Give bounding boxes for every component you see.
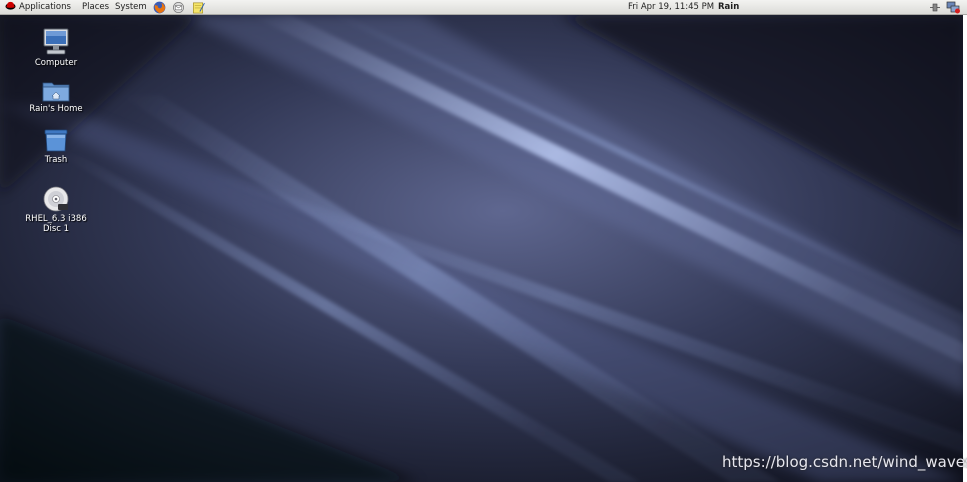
clock[interactable]: Fri Apr 19, 11:45 PM bbox=[628, 0, 714, 14]
desktop-icon-home[interactable]: Rain's Home bbox=[16, 80, 96, 114]
desktop-icon-trash[interactable]: Trash bbox=[16, 127, 96, 165]
desktop-icon-computer[interactable]: Computer bbox=[16, 28, 96, 68]
right-edge-strip bbox=[963, 15, 967, 482]
computer-icon bbox=[43, 28, 69, 55]
email-icon[interactable] bbox=[172, 1, 185, 14]
places-menu[interactable]: Places bbox=[82, 0, 109, 14]
dvd-disc-icon bbox=[43, 186, 69, 212]
firefox-icon[interactable] bbox=[153, 1, 166, 14]
volume-icon[interactable] bbox=[929, 1, 941, 14]
home-folder-icon bbox=[42, 82, 70, 102]
network-icon[interactable] bbox=[946, 1, 961, 14]
watermark-text: https://blog.csdn.net/wind_waves bbox=[722, 453, 967, 471]
applications-menu[interactable]: Applications bbox=[5, 0, 71, 14]
desktop-icon-label: Computer bbox=[34, 58, 78, 68]
desktop-screen: Applications Places System Fri Apr 19, 1… bbox=[0, 0, 967, 482]
trash-icon bbox=[44, 129, 68, 152]
desktop-icon-label: Rain's Home bbox=[29, 104, 83, 114]
system-menu[interactable]: System bbox=[115, 0, 147, 14]
desktop-icon-disc[interactable]: RHEL_6.3 i386 Disc 1 bbox=[16, 186, 96, 234]
desktop-icon-label: RHEL_6.3 i386 Disc 1 bbox=[25, 214, 87, 234]
user-switcher[interactable]: Rain bbox=[718, 0, 739, 14]
applications-menu-label: Applications bbox=[19, 2, 71, 12]
redhat-logo-icon bbox=[5, 1, 16, 10]
desktop-background[interactable] bbox=[0, 15, 967, 482]
desktop-icon-label: Trash bbox=[44, 155, 68, 165]
wallpaper bbox=[0, 15, 967, 482]
notes-icon[interactable] bbox=[192, 1, 205, 14]
top-panel: Applications Places System Fri Apr 19, 1… bbox=[0, 0, 967, 15]
